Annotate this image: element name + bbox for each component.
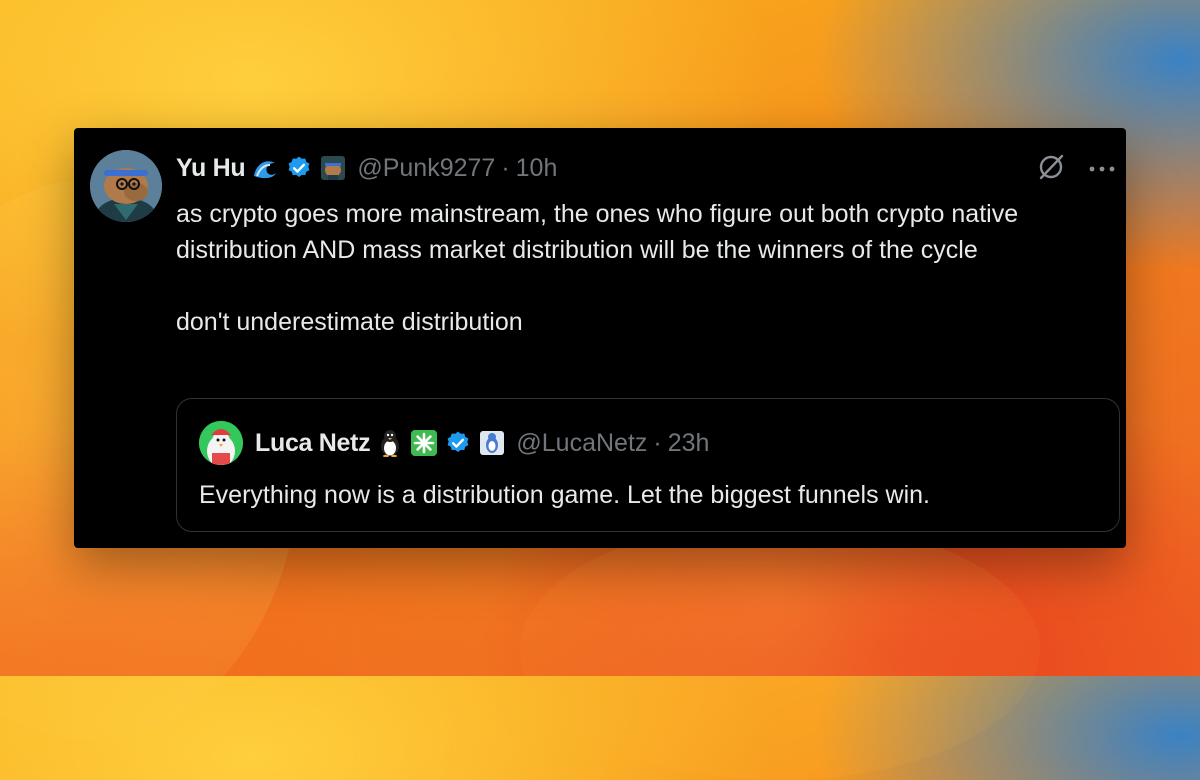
affiliate-badge-icon[interactable]: [319, 154, 347, 182]
quote-avatar[interactable]: [199, 421, 243, 465]
tweet-actions: [1036, 152, 1116, 187]
quote-header: Luca Netz @LucaNetz · 23h: [199, 421, 710, 465]
sparkle-emoji-icon: [410, 429, 438, 457]
wave-emoji-icon: [251, 154, 279, 182]
author-handle[interactable]: @Punk9277: [357, 154, 495, 183]
tweet-card[interactable]: Yu Hu @Punk9277 · 10h as crypto goes mor…: [74, 128, 1126, 548]
tweet-body: as crypto goes more mainstream, the ones…: [176, 196, 1116, 340]
tweet-paragraph: as crypto goes more mainstream, the ones…: [176, 200, 1019, 264]
avatar[interactable]: [90, 150, 162, 222]
wallpaper-highlight: [520, 520, 1040, 780]
verified-badge-icon[interactable]: [285, 154, 313, 182]
separator-dot: ·: [501, 153, 510, 182]
grok-icon[interactable]: [1036, 152, 1066, 187]
separator-dot: ·: [653, 428, 662, 457]
timestamp[interactable]: 10h: [516, 154, 558, 183]
tweet-paragraph: don't underestimate distribution: [176, 308, 523, 336]
penguin-emoji-icon: [376, 429, 404, 457]
author-name[interactable]: Yu Hu: [176, 154, 246, 183]
quote-author-name[interactable]: Luca Netz: [255, 429, 371, 458]
capybara-avatar-image: [90, 150, 162, 222]
more-icon[interactable]: [1088, 161, 1116, 179]
quoted-tweet[interactable]: Luca Netz @LucaNetz · 23h Everything now…: [176, 398, 1120, 532]
affiliate-badge-icon[interactable]: [478, 429, 506, 457]
quote-author-handle[interactable]: @LucaNetz: [516, 429, 647, 458]
quote-timestamp[interactable]: 23h: [668, 429, 710, 458]
penguin-avatar-image: [199, 421, 243, 465]
verified-badge-icon[interactable]: [444, 429, 472, 457]
tweet-header: Yu Hu @Punk9277 · 10h: [176, 150, 557, 186]
quote-body: Everything now is a distribution game. L…: [199, 481, 930, 509]
